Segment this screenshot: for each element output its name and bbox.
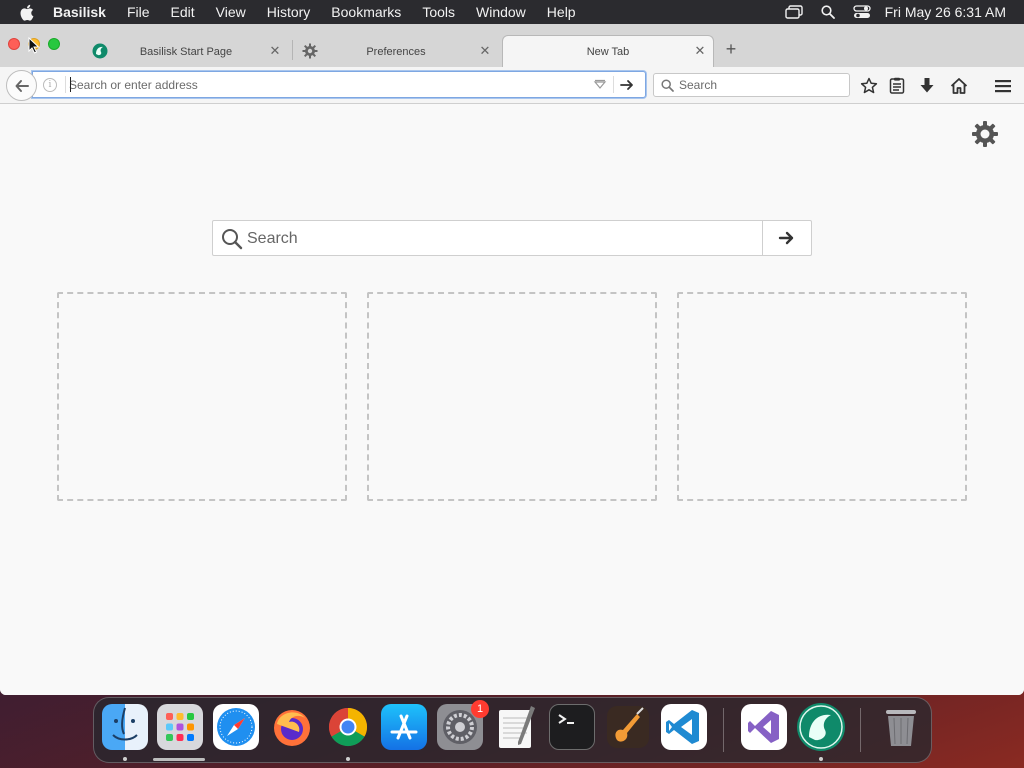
url-bar[interactable]: i bbox=[32, 71, 646, 98]
new-tab-button[interactable]: + bbox=[722, 40, 740, 58]
search-bar[interactable] bbox=[653, 73, 850, 97]
mouse-cursor-icon bbox=[28, 37, 40, 54]
new-tab-page bbox=[0, 105, 1024, 695]
garageband-icon[interactable] bbox=[605, 704, 651, 750]
empty-top-site-tile[interactable] bbox=[367, 292, 657, 501]
running-indicator bbox=[123, 757, 127, 761]
menu-history[interactable]: History bbox=[267, 0, 311, 24]
tab-title: New Tab bbox=[586, 46, 630, 58]
tab-preferences[interactable]: Preferences ✕ bbox=[294, 36, 498, 67]
dock-launchpad-indicator bbox=[153, 758, 205, 761]
tab-close-icon[interactable]: ✕ bbox=[478, 44, 492, 58]
system-preferences-icon[interactable]: 1 bbox=[437, 700, 489, 750]
window-close-button[interactable] bbox=[8, 38, 20, 50]
site-info-icon[interactable]: i bbox=[43, 78, 57, 92]
tab-new-tab[interactable]: New Tab ✕ bbox=[502, 35, 714, 68]
address-input[interactable] bbox=[69, 75, 569, 94]
tab-separator bbox=[292, 40, 293, 60]
window-zoom-button[interactable] bbox=[48, 38, 60, 50]
menu-tools[interactable]: Tools bbox=[422, 0, 455, 24]
spotlight-search-icon[interactable] bbox=[817, 0, 839, 24]
trash-icon[interactable] bbox=[878, 704, 924, 750]
apple-menu-icon[interactable] bbox=[19, 0, 39, 24]
chrome-icon[interactable] bbox=[325, 704, 371, 750]
empty-top-site-tile[interactable] bbox=[677, 292, 967, 501]
visual-studio-icon[interactable] bbox=[741, 704, 787, 750]
basilisk-icon[interactable] bbox=[797, 703, 845, 751]
back-arrow-icon bbox=[15, 79, 29, 92]
home-icon[interactable] bbox=[949, 76, 969, 96]
tab-basilisk-start-page[interactable]: Basilisk Start Page ✕ bbox=[84, 36, 288, 67]
search-input[interactable] bbox=[679, 77, 839, 93]
go-arrow-icon[interactable] bbox=[619, 77, 635, 93]
terminal-icon[interactable] bbox=[549, 704, 595, 750]
empty-top-site-tile[interactable] bbox=[57, 292, 347, 501]
dock-separator bbox=[723, 708, 724, 752]
menu-app-name[interactable]: Basilisk bbox=[53, 0, 106, 24]
screen-mirroring-icon[interactable] bbox=[783, 0, 805, 24]
tab-close-icon[interactable]: ✕ bbox=[268, 44, 282, 58]
menu-window[interactable]: Window bbox=[476, 0, 526, 24]
back-button[interactable] bbox=[6, 70, 37, 101]
tab-close-icon[interactable]: ✕ bbox=[693, 44, 707, 58]
running-indicator bbox=[346, 757, 350, 761]
firefox-icon[interactable] bbox=[269, 704, 315, 750]
tab-strip: Basilisk Start Page ✕ Preferences ✕ New … bbox=[0, 24, 1024, 68]
menubar-clock[interactable]: Fri May 26 6:31 AM bbox=[885, 4, 1006, 20]
arrow-right-icon bbox=[778, 231, 794, 245]
bookmarks-menu-icon[interactable] bbox=[887, 76, 907, 96]
search-icon bbox=[661, 79, 674, 92]
browser-window: Basilisk Start Page ✕ Preferences ✕ New … bbox=[0, 24, 1024, 695]
menu-bar: Basilisk File Edit View History Bookmark… bbox=[0, 0, 1024, 24]
history-dropdown-icon[interactable] bbox=[593, 78, 607, 92]
tab-title: Basilisk Start Page bbox=[139, 45, 233, 58]
hamburger-menu-icon[interactable] bbox=[993, 76, 1013, 96]
urlbar-divider bbox=[613, 76, 614, 93]
dock-separator bbox=[860, 708, 861, 752]
menu-file[interactable]: File bbox=[127, 0, 150, 24]
vscode-icon[interactable] bbox=[661, 704, 707, 750]
urlbar-divider bbox=[65, 76, 66, 93]
menu-bookmarks[interactable]: Bookmarks bbox=[331, 0, 401, 24]
tab-title: Preferences bbox=[366, 45, 426, 58]
notification-badge: 1 bbox=[471, 700, 489, 718]
textedit-icon[interactable] bbox=[493, 704, 539, 750]
newtab-search-input[interactable] bbox=[247, 228, 757, 250]
newtab-search-box[interactable] bbox=[212, 220, 812, 256]
menu-edit[interactable]: Edit bbox=[171, 0, 195, 24]
control-center-icon[interactable] bbox=[851, 0, 873, 24]
running-indicator bbox=[819, 757, 823, 761]
bookmark-star-icon[interactable] bbox=[859, 76, 879, 96]
newtab-search-go-button[interactable] bbox=[762, 221, 811, 255]
newtab-settings-gear-icon[interactable] bbox=[970, 119, 1000, 149]
text-caret bbox=[70, 77, 71, 92]
navigation-toolbar: i bbox=[0, 67, 1024, 104]
downloads-icon[interactable] bbox=[917, 76, 937, 96]
dock: 1 bbox=[93, 697, 932, 763]
launchpad-icon[interactable] bbox=[157, 704, 203, 750]
menu-view[interactable]: View bbox=[216, 0, 246, 24]
app-store-icon[interactable] bbox=[381, 704, 427, 750]
safari-icon[interactable] bbox=[213, 704, 259, 750]
search-icon bbox=[221, 228, 243, 250]
finder-icon[interactable] bbox=[102, 704, 148, 750]
menu-help[interactable]: Help bbox=[547, 0, 576, 24]
